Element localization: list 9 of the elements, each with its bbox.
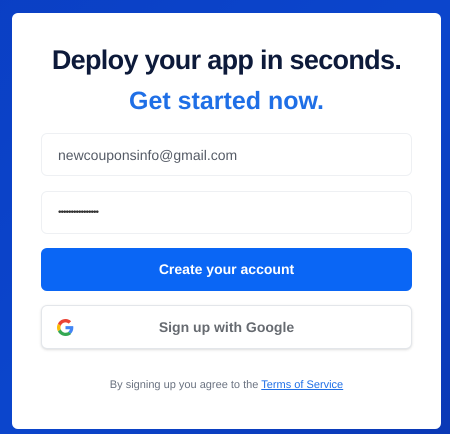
terms-notice: By signing up you agree to the Terms of Service [110, 378, 344, 393]
password-field[interactable]: •••••••••••••••• [41, 191, 412, 234]
subheading: Get started now. [129, 86, 324, 117]
terms-link[interactable]: Terms of Service [261, 379, 344, 391]
email-field[interactable]: newcouponsinfo@gmail.com [41, 133, 412, 176]
heading: Deploy your app in seconds. [52, 44, 402, 77]
google-icon [57, 319, 74, 336]
create-account-button[interactable]: Create your account [41, 248, 412, 291]
google-signup-button[interactable]: Sign up with Google [41, 305, 412, 349]
